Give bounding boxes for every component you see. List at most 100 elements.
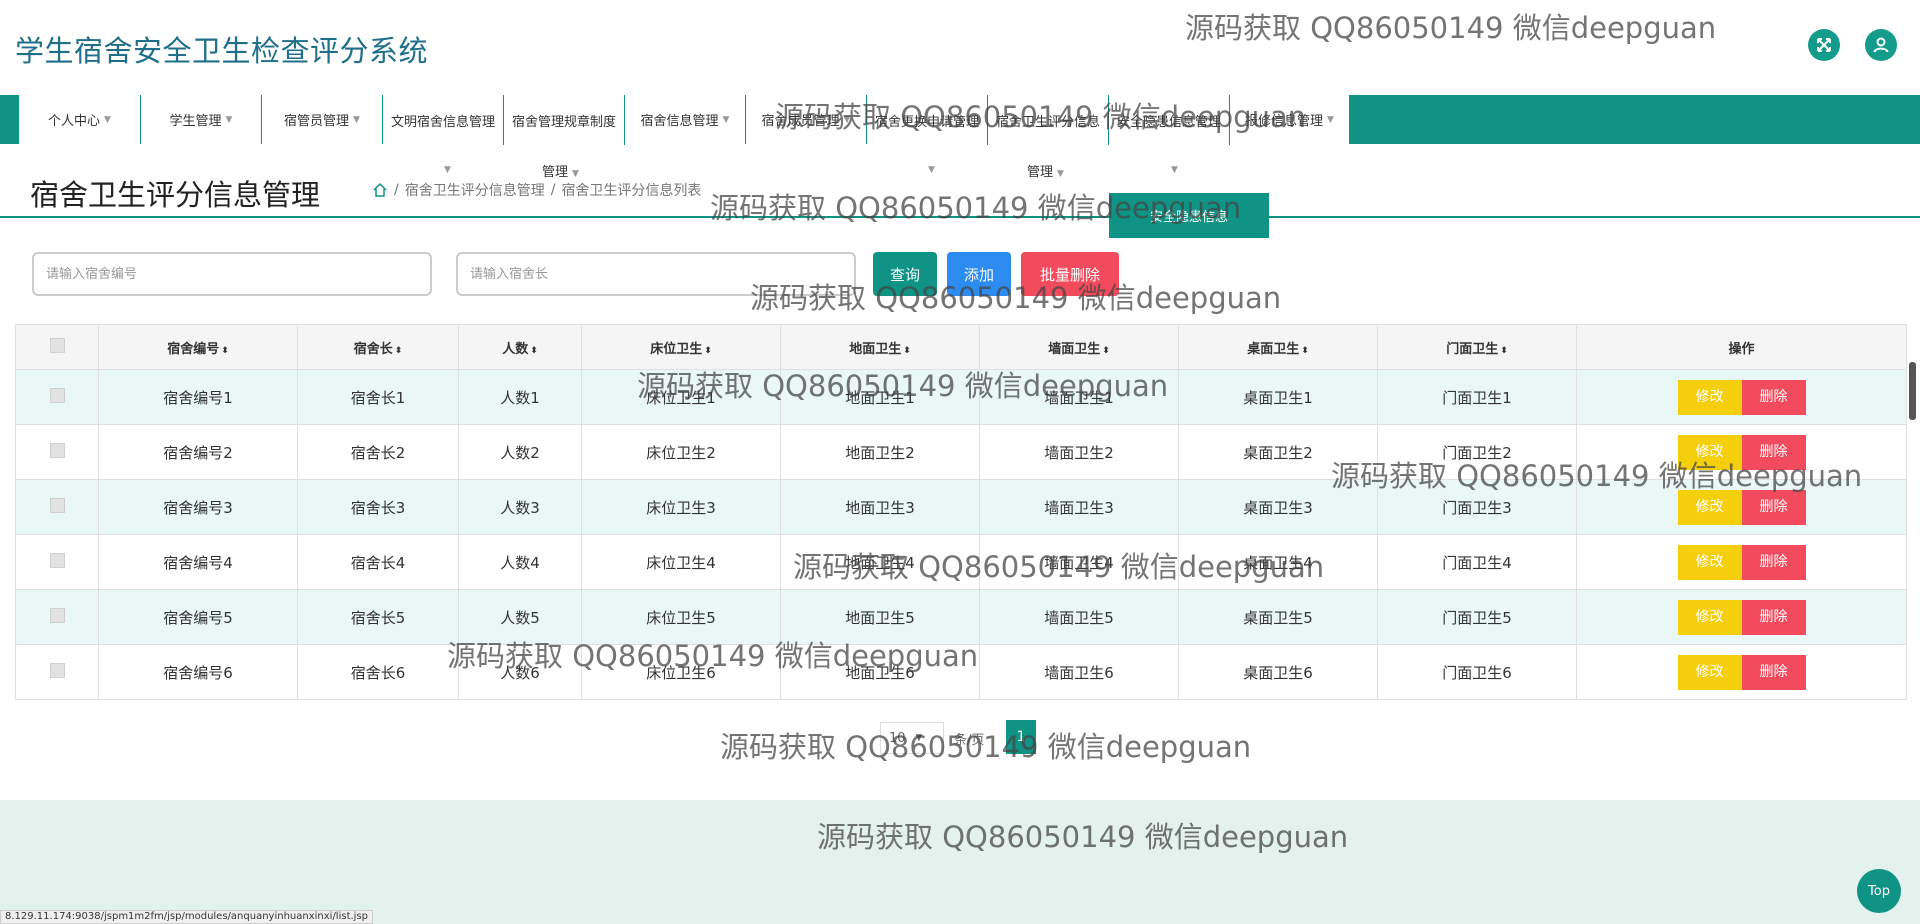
edit-button[interactable]: 修改 — [1677, 379, 1742, 415]
column-header[interactable]: 宿舍编号 ⬍ — [98, 324, 298, 370]
nav-item-dorm-keeper[interactable]: 宿管员管理 ▼ — [262, 95, 383, 144]
column-header[interactable]: 床位卫生 ⬍ — [581, 324, 781, 370]
add-button[interactable]: 添加 — [947, 252, 1011, 296]
caret-down-icon: ▼ — [1327, 114, 1334, 125]
back-to-top-button[interactable]: Top — [1857, 869, 1901, 913]
page-title: 宿舍卫生评分信息管理 — [30, 178, 321, 212]
delete-button[interactable]: 删除 — [1741, 599, 1806, 635]
nav-item-label: 报修信息管理 — [1245, 114, 1324, 129]
table-cell: 门面卫生6 — [1377, 644, 1577, 700]
edit-button[interactable]: 修改 — [1677, 489, 1742, 525]
row-checkbox[interactable] — [49, 552, 65, 568]
row-checkbox[interactable] — [49, 607, 65, 623]
table-cell: 人数4 — [458, 534, 582, 590]
column-header[interactable]: 地面卫生 ⬍ — [780, 324, 980, 370]
table-cell: 人数1 — [458, 369, 582, 425]
query-button[interactable]: 查询 — [873, 252, 937, 296]
table-cell: 墙面卫生4 — [979, 534, 1179, 590]
caret-down-icon: ▼ — [1171, 165, 1178, 175]
top-header: 学生宿舍安全卫生检查评分系统 — [0, 0, 1920, 95]
sort-icon[interactable]: ⬍ — [530, 346, 538, 356]
fullscreen-button[interactable] — [1808, 29, 1840, 61]
dorm-head-search-input[interactable] — [456, 252, 856, 296]
nav-sub-caret: ▼ — [924, 161, 935, 176]
user-button[interactable] — [1865, 29, 1897, 61]
delete-button[interactable]: 删除 — [1741, 544, 1806, 580]
batch-delete-button[interactable]: 批量删除 — [1021, 252, 1119, 296]
nav-item-student[interactable]: 学生管理 ▼ — [141, 95, 262, 144]
page-size-suffix: 条/页 — [954, 733, 985, 748]
row-checkbox[interactable] — [49, 442, 65, 458]
chevron-down-icon: ▼ — [915, 733, 923, 743]
sort-icon[interactable]: ⬍ — [903, 346, 911, 356]
row-checkbox[interactable] — [49, 662, 65, 678]
breadcrumb-item[interactable]: 宿舍卫生评分信息管理 — [405, 180, 545, 200]
row-checkbox[interactable] — [49, 387, 65, 403]
footer — [0, 800, 1920, 924]
sort-icon[interactable]: ⬍ — [1301, 346, 1309, 356]
page-size-select[interactable]: 10 ▼ — [880, 722, 944, 754]
sort-icon[interactable]: ⬍ — [1102, 346, 1110, 356]
table-cell: 墙面卫生3 — [979, 479, 1179, 535]
nav-item-dorm-members[interactable]: 宿舍成员管理 ▼ — [746, 95, 867, 144]
nav-sub-caret: ▼ — [440, 161, 451, 176]
edit-button[interactable]: 修改 — [1677, 599, 1742, 635]
dorm-number-search-input[interactable] — [32, 252, 432, 296]
delete-button[interactable]: 删除 — [1741, 434, 1806, 470]
column-header-label: 门面卫生 — [1446, 341, 1499, 357]
caret-down-icon: ▼ — [353, 114, 360, 125]
delete-button[interactable]: 删除 — [1741, 489, 1806, 525]
table-cell: 宿舍长2 — [297, 424, 459, 480]
column-header-label: 地面卫生 — [849, 341, 902, 357]
nav-item-label: 宿舍管理规章制度 — [511, 115, 616, 130]
nav-item-hygiene-score[interactable]: 宿舍卫生评分信息 — [988, 95, 1109, 145]
table-cell: 墙面卫生2 — [979, 424, 1179, 480]
nav-item-dorm-change[interactable]: 宿舍更换申请管理 — [867, 95, 988, 145]
sort-icon[interactable]: ⬍ — [1500, 346, 1508, 356]
home-icon[interactable] — [372, 182, 388, 198]
caret-down-icon: ▼ — [722, 114, 730, 125]
column-header-label: 宿舍编号 — [167, 341, 220, 357]
page-size-value: 10 — [889, 730, 906, 746]
table-cell: 桌面卫生4 — [1178, 534, 1378, 590]
fullscreen-icon — [1817, 38, 1831, 52]
edit-button[interactable]: 修改 — [1677, 654, 1742, 690]
table-row: 宿舍编号1 宿舍长1 人数1 床位卫生1 地面卫生1 墙面卫生1 桌面卫生1 门… — [15, 369, 1907, 425]
select-all-checkbox[interactable] — [49, 337, 65, 353]
column-header[interactable]: 宿舍长 ⬍ — [297, 324, 459, 370]
table-cell: 宿舍编号1 — [98, 369, 298, 425]
nav-item-personal-center[interactable]: 个人中心 ▼ — [19, 95, 141, 144]
column-header[interactable]: 桌面卫生 ⬍ — [1178, 324, 1378, 370]
table-cell: 地面卫生5 — [780, 589, 980, 645]
edit-button[interactable]: 修改 — [1677, 434, 1742, 470]
nav-item-label: 宿舍信息管理 — [640, 114, 719, 129]
nav-item-repair[interactable]: 报修信息管理 ▼ — [1230, 95, 1350, 144]
scrollbar-thumb[interactable] — [1909, 362, 1916, 420]
delete-button[interactable]: 删除 — [1741, 654, 1806, 690]
table-cell: 宿舍长1 — [297, 369, 459, 425]
table-cell: 宿舍长5 — [297, 589, 459, 645]
edit-button[interactable]: 修改 — [1677, 544, 1742, 580]
sort-icon[interactable]: ⬍ — [395, 346, 403, 356]
column-header[interactable]: 墙面卫生 ⬍ — [979, 324, 1179, 370]
nav-sub-rules-manage: 管理 ▼ — [542, 161, 579, 180]
column-header[interactable]: 人数 ⬍ — [458, 324, 582, 370]
actions-cell: 修改 删除 — [1576, 589, 1907, 645]
nav-item-safety-hazard[interactable]: 安全隐患信息管理 — [1109, 95, 1230, 145]
nav-item-civilized-dorm[interactable]: 文明宿舍信息管理 — [383, 95, 504, 145]
nav-item-label: 宿舍卫生评分信息 — [995, 115, 1100, 130]
table-cell: 宿舍编号3 — [98, 479, 298, 535]
table-cell: 宿舍编号5 — [98, 589, 298, 645]
table-cell: 人数6 — [458, 644, 582, 700]
delete-button[interactable]: 删除 — [1741, 379, 1806, 415]
page-number-button[interactable]: 1 — [1006, 720, 1036, 754]
nav-item-dorm-rules[interactable]: 宿舍管理规章制度 — [504, 95, 625, 145]
column-header-label: 宿舍长 — [353, 341, 393, 357]
row-checkbox[interactable] — [49, 497, 65, 513]
sort-icon[interactable]: ⬍ — [221, 346, 229, 356]
table-cell: 地面卫生3 — [780, 479, 980, 535]
column-header[interactable]: 门面卫生 ⬍ — [1377, 324, 1577, 370]
nav-item-dorm-info[interactable]: 宿舍信息管理 ▼ — [625, 95, 746, 144]
dropdown-menu-item[interactable]: 安全隐患信息 — [1109, 193, 1269, 238]
sort-icon[interactable]: ⬍ — [704, 346, 712, 356]
